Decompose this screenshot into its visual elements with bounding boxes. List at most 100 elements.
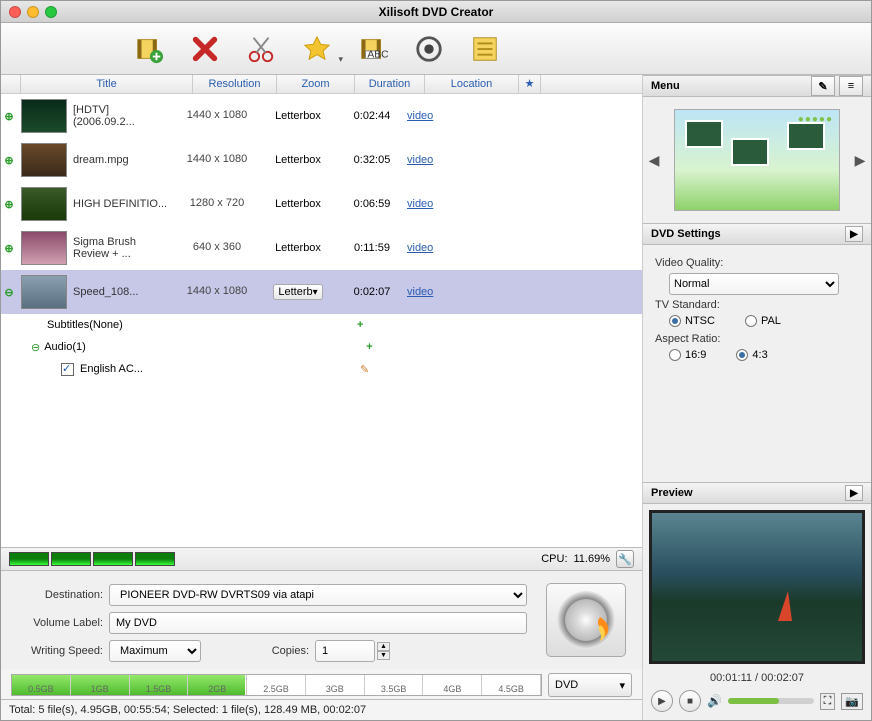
table-header: Title Resolution Zoom Duration Location … bbox=[1, 75, 642, 94]
preview-panel: 00:01:11 / 00:02:07 ▶ ■ 🔊 ⛶ 📷 bbox=[643, 504, 871, 720]
table-row[interactable]: ⊕ Sigma Brush Review + ... 640 x 360 Let… bbox=[1, 226, 642, 270]
status-bar: Total: 5 file(s), 4.95GB, 00:55:54; Sele… bbox=[1, 699, 642, 720]
app-window: Xilisoft DVD Creator ABC Title Resolutio… bbox=[0, 0, 872, 721]
thumbnail bbox=[21, 99, 67, 133]
thumbnail bbox=[21, 231, 67, 265]
chapters-button[interactable] bbox=[467, 31, 503, 67]
add-audio-icon[interactable]: + bbox=[366, 341, 372, 353]
cell-duration: 0:06:59 bbox=[337, 198, 407, 210]
expand-preview-icon[interactable]: ▶ bbox=[845, 485, 863, 501]
cell-title: [HDTV] (2006.09.2... bbox=[71, 104, 175, 128]
table-row[interactable]: ⊕ dream.mpg 1440 x 1080 Letterbox 0:32:0… bbox=[1, 138, 642, 182]
expand-icon[interactable]: ⊕ bbox=[1, 110, 17, 123]
copies-up-icon[interactable]: ▲ bbox=[377, 642, 390, 651]
cell-zoom: Letterbox bbox=[259, 154, 337, 166]
cell-location[interactable]: video bbox=[407, 242, 501, 254]
preview-video[interactable] bbox=[649, 510, 865, 664]
add-subtitle-icon[interactable]: + bbox=[357, 319, 363, 331]
favorite-button[interactable] bbox=[299, 31, 335, 67]
expand-icon[interactable]: ⊕ bbox=[1, 242, 17, 255]
destination-panel: Destination: PIONEER DVD-RW DVRTS09 via … bbox=[1, 571, 642, 669]
col-location[interactable]: Location bbox=[425, 75, 519, 93]
cell-title: Sigma Brush Review + ... bbox=[71, 236, 175, 260]
cell-zoom: Letterbox bbox=[259, 242, 337, 254]
subtitles-row[interactable]: Subtitles(None) + bbox=[1, 314, 642, 336]
audio-row[interactable]: ⊖ Audio(1) + bbox=[1, 336, 642, 358]
volume-label-input[interactable] bbox=[109, 612, 527, 634]
audio-track-checkbox[interactable] bbox=[61, 363, 74, 376]
cell-title: HIGH DEFINITIO... bbox=[71, 198, 175, 210]
menu-heading: Menu ✎ ≡ bbox=[643, 75, 871, 97]
cell-location[interactable]: video bbox=[407, 110, 501, 122]
play-button[interactable]: ▶ bbox=[651, 690, 673, 712]
preview-heading: Preview ▶ bbox=[643, 482, 871, 504]
radio-16-9[interactable]: 16:9 bbox=[669, 349, 706, 361]
titlebar: Xilisoft DVD Creator bbox=[1, 1, 871, 23]
thumbnail bbox=[21, 143, 67, 177]
window-title: Xilisoft DVD Creator bbox=[1, 5, 871, 19]
copies-input[interactable] bbox=[315, 640, 375, 662]
col-title[interactable]: Title bbox=[21, 75, 193, 93]
file-list: ⊕ [HDTV] (2006.09.2... 1440 x 1080 Lette… bbox=[1, 94, 642, 380]
svg-text:ABC: ABC bbox=[367, 49, 388, 60]
table-row[interactable]: ⊕ [HDTV] (2006.09.2... 1440 x 1080 Lette… bbox=[1, 94, 642, 138]
collapse-icon[interactable]: ⊖ bbox=[1, 286, 17, 299]
collapse-icon[interactable]: ⊖ bbox=[31, 341, 40, 354]
stop-button[interactable]: ■ bbox=[679, 690, 701, 712]
burn-button[interactable] bbox=[546, 583, 626, 657]
expand-settings-icon[interactable]: ▶ bbox=[845, 226, 863, 242]
cell-location[interactable]: video bbox=[407, 154, 501, 166]
cell-duration: 0:32:05 bbox=[337, 154, 407, 166]
cell-location[interactable]: video bbox=[407, 286, 501, 298]
cell-title: Speed_108... bbox=[71, 286, 175, 298]
subtitle-button[interactable]: ABC bbox=[355, 31, 391, 67]
cell-duration: 0:02:07 bbox=[337, 286, 407, 298]
radio-ntsc[interactable]: NTSC bbox=[669, 315, 715, 327]
expand-icon[interactable]: ⊕ bbox=[1, 154, 17, 167]
disc-type-select[interactable]: DVD▾ bbox=[548, 673, 632, 697]
col-zoom[interactable]: Zoom bbox=[277, 75, 355, 93]
cell-zoom: Letterbox bbox=[259, 198, 337, 210]
col-duration[interactable]: Duration bbox=[355, 75, 425, 93]
writing-speed-select[interactable]: Maximum bbox=[109, 640, 201, 662]
cell-resolution: 1280 x 720 bbox=[175, 197, 259, 210]
volume-icon[interactable]: 🔊 bbox=[707, 694, 722, 708]
main-toolbar: ABC bbox=[1, 23, 871, 75]
cpu-value: 11.69% bbox=[574, 553, 611, 565]
cell-location[interactable]: video bbox=[407, 198, 501, 210]
expand-icon[interactable]: ⊕ bbox=[1, 198, 17, 211]
list-menu-icon[interactable]: ≡ bbox=[839, 76, 863, 96]
delete-button[interactable] bbox=[187, 31, 223, 67]
record-button[interactable] bbox=[411, 31, 447, 67]
table-row[interactable]: ⊖ Speed_108... 1440 x 1080 Letterb ▾ 0:0… bbox=[1, 270, 642, 314]
add-video-button[interactable] bbox=[131, 31, 167, 67]
cell-zoom[interactable]: Letterb ▾ bbox=[259, 284, 337, 300]
preview-timecode: 00:01:11 / 00:02:07 bbox=[643, 670, 871, 690]
volume-slider[interactable] bbox=[728, 698, 814, 704]
col-resolution[interactable]: Resolution bbox=[193, 75, 277, 93]
audio-track-row[interactable]: English AC... ✎ bbox=[1, 358, 642, 380]
prev-template-icon[interactable]: ◀ bbox=[647, 152, 661, 169]
snapshot-icon[interactable]: 📷 bbox=[841, 693, 863, 710]
capacity-bar: 0.5GB 1GB 1.5GB 2GB 2.5GB 3GB 3.5GB 4GB … bbox=[11, 674, 542, 696]
destination-select[interactable]: PIONEER DVD-RW DVRTS09 via atapi bbox=[109, 584, 527, 606]
video-quality-select[interactable]: Normal bbox=[669, 273, 839, 295]
copies-down-icon[interactable]: ▼ bbox=[377, 651, 390, 660]
menu-template-thumbnail[interactable]: ●●●●● bbox=[674, 109, 840, 211]
writing-speed-label: Writing Speed: bbox=[11, 645, 109, 657]
menu-template-area: ◀ ●●●●● ▶ bbox=[643, 97, 871, 223]
settings-icon[interactable]: 🔧 bbox=[616, 550, 634, 568]
radio-4-3[interactable]: 4:3 bbox=[736, 349, 767, 361]
edit-menu-icon[interactable]: ✎ bbox=[811, 76, 835, 96]
cell-duration: 0:02:44 bbox=[337, 110, 407, 122]
cut-button[interactable] bbox=[243, 31, 279, 67]
col-star[interactable]: ★ bbox=[519, 75, 541, 93]
radio-pal[interactable]: PAL bbox=[745, 315, 781, 327]
table-row[interactable]: ⊕ HIGH DEFINITIO... 1280 x 720 Letterbox… bbox=[1, 182, 642, 226]
edit-audio-icon[interactable]: ✎ bbox=[360, 363, 369, 376]
destination-label: Destination: bbox=[11, 589, 109, 601]
dvd-settings-panel: Video Quality: Normal TV Standard: NTSC … bbox=[643, 245, 871, 375]
next-template-icon[interactable]: ▶ bbox=[853, 152, 867, 169]
fullscreen-icon[interactable]: ⛶ bbox=[820, 693, 836, 710]
cell-resolution: 640 x 360 bbox=[175, 241, 259, 254]
